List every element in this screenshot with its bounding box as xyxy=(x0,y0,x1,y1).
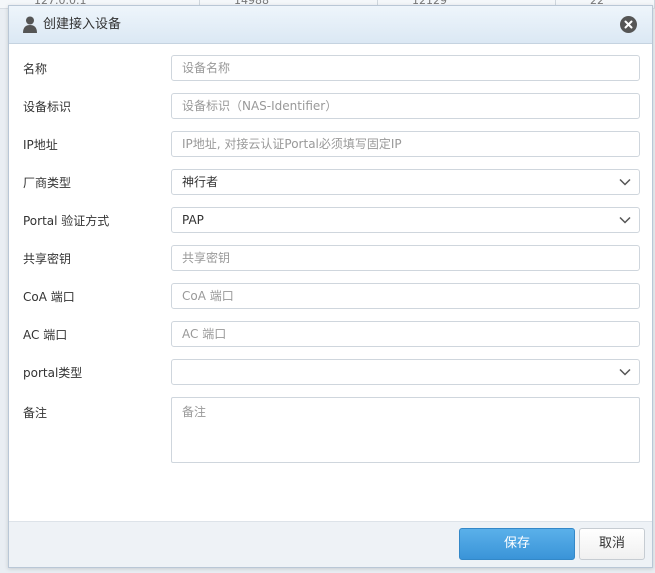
remarks-label: 备注 xyxy=(23,406,48,420)
ac-port-input[interactable]: AC 端口 xyxy=(171,321,640,347)
cancel-button[interactable]: 取消 xyxy=(579,528,645,560)
ac-port-label: AC 端口 xyxy=(23,328,68,342)
shared-secret-input[interactable]: 共享密钥 xyxy=(171,245,640,271)
identifier-input-placeholder: 设备标识（NAS-Identifier） xyxy=(182,99,338,113)
portal-auth-select-value: PAP xyxy=(182,213,204,227)
ac-port-input-placeholder: AC 端口 xyxy=(182,327,227,341)
name-input-placeholder: 设备名称 xyxy=(182,61,231,75)
dialog-header: 创建接入设备 xyxy=(9,6,652,44)
shared-secret-label: 共享密钥 xyxy=(23,252,72,266)
chevron-down-icon xyxy=(619,178,631,186)
dialog-title: 创建接入设备 xyxy=(43,17,122,32)
vendor-label: 厂商类型 xyxy=(23,176,72,190)
identifier-input[interactable]: 设备标识（NAS-Identifier） xyxy=(171,93,640,119)
coa-port-label: CoA 端口 xyxy=(23,290,75,304)
remarks-textarea[interactable]: 备注 xyxy=(171,397,640,463)
coa-port-input-placeholder: CoA 端口 xyxy=(182,289,234,303)
remarks-textarea-placeholder: 备注 xyxy=(182,405,207,419)
ip-label: IP地址 xyxy=(23,138,58,152)
portal-auth-label: Portal 验证方式 xyxy=(23,214,110,228)
coa-port-input[interactable]: CoA 端口 xyxy=(171,283,640,309)
close-button[interactable] xyxy=(620,16,637,33)
name-label: 名称 xyxy=(23,62,48,76)
name-input[interactable]: 设备名称 xyxy=(171,55,640,81)
create-device-dialog: 创建接入设备 名称 设备名称 设备标识 设备标识（NAS-Identifier）… xyxy=(8,5,653,568)
ip-input-placeholder: IP地址, 对接云认证Portal必须填写固定IP xyxy=(182,137,402,151)
vendor-select-value: 神行者 xyxy=(182,175,219,189)
close-icon xyxy=(624,20,633,29)
user-icon xyxy=(23,16,37,33)
vendor-select[interactable]: 神行者 xyxy=(171,169,640,195)
identifier-label: 设备标识 xyxy=(23,100,72,114)
portal-auth-select[interactable]: PAP xyxy=(171,207,640,233)
portal-type-label: portal类型 xyxy=(23,366,83,380)
dialog-footer: 保存 取消 xyxy=(9,521,652,567)
portal-type-select[interactable] xyxy=(171,359,640,385)
chevron-down-icon xyxy=(619,368,631,376)
chevron-down-icon xyxy=(619,216,631,224)
ip-input[interactable]: IP地址, 对接云认证Portal必须填写固定IP xyxy=(171,131,640,157)
save-button[interactable]: 保存 xyxy=(459,528,575,560)
shared-secret-input-placeholder: 共享密钥 xyxy=(182,251,231,265)
